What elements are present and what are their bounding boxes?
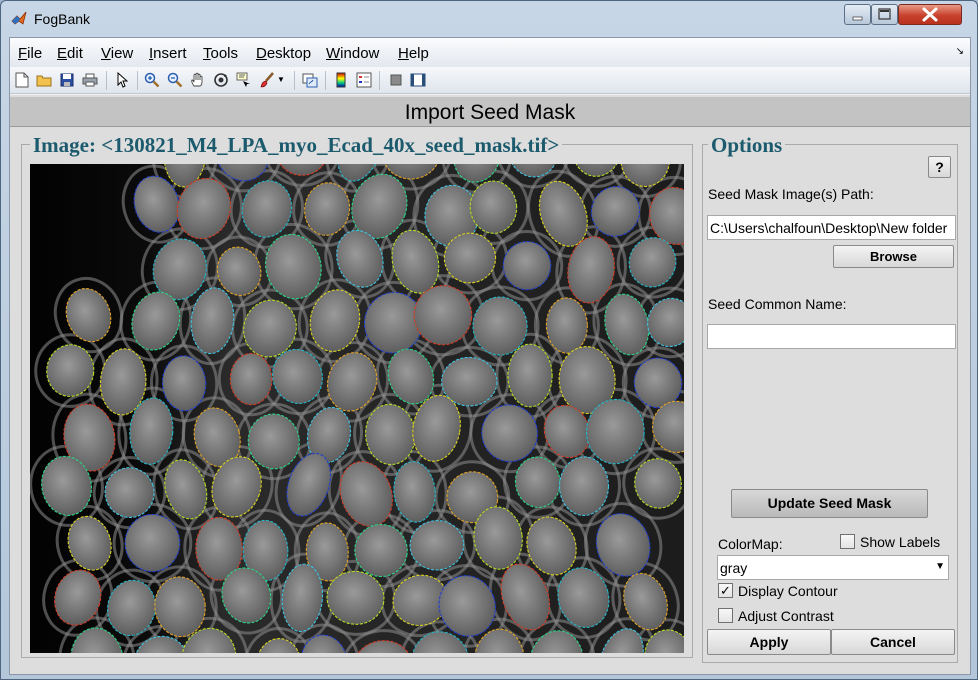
menu-tools[interactable]: Tools xyxy=(203,45,238,62)
save-icon[interactable] xyxy=(58,71,76,89)
dock-arrow-icon[interactable]: ↘ xyxy=(956,46,964,57)
seed-common-name-input[interactable] xyxy=(707,324,956,349)
app-window: FogBank File Edit View Insert Tools Desk… xyxy=(0,0,978,680)
seed-mask-path-label: Seed Mask Image(s) Path: xyxy=(708,186,874,202)
image-panel-title: Image: <130821_M4_LPA_myo_Ecad_40x_seed_… xyxy=(30,133,563,158)
options-panel: Options ? Seed Mask Image(s) Path: C:\Us… xyxy=(702,133,958,663)
menu-desktop[interactable]: Desktop xyxy=(256,45,311,62)
window-client-area: File Edit View Insert Tools Desktop Wind… xyxy=(9,37,971,675)
print-icon[interactable] xyxy=(81,71,99,89)
menu-edit[interactable]: Edit xyxy=(57,45,83,62)
help-button[interactable]: ? xyxy=(928,156,951,178)
header-bar: Import Seed Mask xyxy=(10,97,970,127)
toolbar-separator xyxy=(106,71,107,90)
browse-button[interactable]: Browse xyxy=(833,245,954,268)
show-plot-tools-icon[interactable] xyxy=(409,71,427,89)
close-icon xyxy=(922,7,938,22)
toolbar: ▼ xyxy=(10,67,970,94)
microscopy-cell-image xyxy=(30,164,684,653)
toolbar-separator xyxy=(325,71,326,90)
seed-common-name-label: Seed Common Name: xyxy=(708,296,847,312)
chevron-down-icon: ▼ xyxy=(935,561,945,572)
window-title: FogBank xyxy=(34,11,91,27)
close-button[interactable] xyxy=(898,4,962,25)
adjust-contrast-checkbox[interactable] xyxy=(718,608,733,623)
maximize-button[interactable] xyxy=(871,4,898,25)
colormap-selected-value: gray xyxy=(720,560,748,576)
adjust-contrast-label: Adjust Contrast xyxy=(738,608,834,624)
zoom-out-icon[interactable] xyxy=(166,71,184,89)
image-panel: Image: <130821_M4_LPA_myo_Ecad_40x_seed_… xyxy=(21,133,693,658)
menu-file[interactable]: File xyxy=(18,45,42,62)
colormap-label: ColorMap: xyxy=(718,536,783,552)
colormap-select[interactable]: gray ▼ xyxy=(717,555,949,580)
show-labels-label: Show Labels xyxy=(860,534,941,550)
data-cursor-icon[interactable] xyxy=(235,71,253,89)
toolbar-separator xyxy=(379,71,380,90)
toolbar-separator xyxy=(294,71,295,90)
display-contour-checkbox[interactable]: ✓ xyxy=(718,583,733,598)
cancel-button[interactable]: Cancel xyxy=(831,629,955,655)
open-folder-icon[interactable] xyxy=(35,71,53,89)
figure-area: Import Seed Mask Image: <130821_M4_LPA_m… xyxy=(10,95,970,674)
title-bar[interactable]: FogBank xyxy=(1,1,977,37)
zoom-in-icon[interactable] xyxy=(143,71,161,89)
rotate-3d-icon[interactable] xyxy=(212,71,230,89)
new-figure-icon[interactable] xyxy=(13,71,31,89)
seed-mask-image[interactable] xyxy=(30,164,684,653)
menu-view[interactable]: View xyxy=(101,45,133,62)
menu-help[interactable]: Help xyxy=(398,45,429,62)
hide-plot-tools-icon[interactable] xyxy=(387,71,405,89)
minimize-icon xyxy=(852,16,863,21)
minimize-button[interactable] xyxy=(844,4,871,25)
seed-mask-path-input[interactable]: C:\Users\chalfoun\Desktop\New folder xyxy=(707,215,956,240)
brush-icon[interactable] xyxy=(258,71,276,89)
menu-window[interactable]: Window xyxy=(326,45,379,62)
brush-dropdown-icon[interactable]: ▼ xyxy=(276,71,286,89)
matlab-logo-icon xyxy=(11,11,27,25)
apply-button[interactable]: Apply xyxy=(707,629,831,655)
colorbar-icon[interactable] xyxy=(332,71,350,89)
show-labels-checkbox[interactable] xyxy=(840,534,855,549)
menu-bar: File Edit View Insert Tools Desktop Wind… xyxy=(10,38,970,67)
legend-icon[interactable] xyxy=(355,71,373,89)
display-contour-label: Display Contour xyxy=(738,583,838,599)
options-panel-title: Options xyxy=(708,133,786,158)
maximize-icon xyxy=(878,8,891,20)
nucleus-contour xyxy=(507,343,553,408)
toolbar-separator xyxy=(137,71,138,90)
pointer-icon[interactable] xyxy=(113,71,131,89)
page-title: Import Seed Mask xyxy=(404,101,576,124)
menu-insert[interactable]: Insert xyxy=(149,45,187,62)
link-plot-icon[interactable] xyxy=(301,71,319,89)
pan-hand-icon[interactable] xyxy=(189,71,207,89)
update-seed-mask-button[interactable]: Update Seed Mask xyxy=(731,489,928,518)
